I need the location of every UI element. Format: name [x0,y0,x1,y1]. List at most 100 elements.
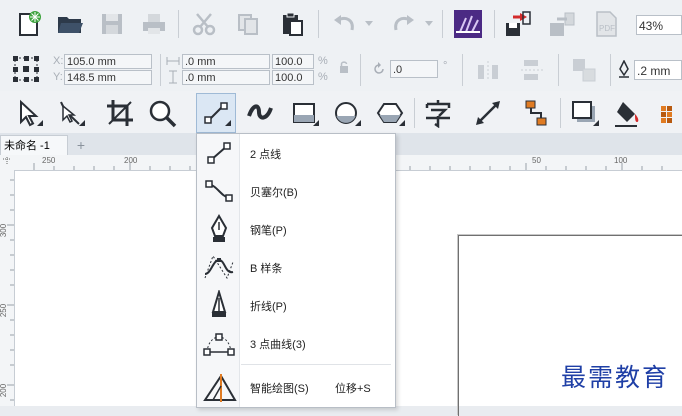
menu-item-two-point-line[interactable]: 2 点线 [197,134,395,172]
menu-item-three-point-curve[interactable]: 3 点曲线(3) [197,324,395,362]
rectangle-tool-button[interactable] [286,95,322,131]
height-icon [169,70,177,84]
y-position-value: 148.5 mm [67,72,116,84]
open-button[interactable] [54,8,86,40]
menu-item-label: B 样条 [250,263,283,275]
mirror-horizontal-button[interactable] [472,54,504,86]
connector-tool-button[interactable] [518,95,554,131]
width-icon [166,57,180,65]
shape-tool-button[interactable] [52,95,88,131]
mirror-horizontal-icon [478,61,498,81]
menu-item-label: 折线(P) [250,301,287,313]
toolbar-separator [360,54,361,86]
ruler-corner[interactable] [0,155,15,171]
outline-width-value: .2 mm [637,64,671,78]
scale-y-value: 100.0 [275,72,303,84]
menu-item-smart-drawing[interactable]: 智能绘图(S) 位移+S [197,368,395,406]
drop-shadow-tool-button[interactable] [566,95,602,131]
search-content-button[interactable] [450,6,486,42]
fill-tool-button[interactable] [610,95,646,131]
outline-width-field[interactable]: .2 mm [634,60,682,80]
export-button[interactable] [546,8,578,40]
scale-x-value: 100.0 [275,56,303,68]
text-tool-button[interactable] [420,95,456,131]
paint-bucket-icon [615,102,639,127]
interactive-fill-icon [661,106,672,123]
artistic-media-tool-button[interactable] [242,95,278,131]
polygon-tool-button[interactable] [372,95,408,131]
lock-ratio-icon[interactable] [338,60,350,74]
toolbar-separator [462,54,463,86]
document-tab-label: 未命名 -1 [4,140,50,152]
chevron-down-icon [425,21,433,26]
width-field[interactable]: .0 mm [182,54,270,69]
plus-icon: + [76,137,86,153]
print-icon [143,14,165,34]
cut-button[interactable] [188,8,220,40]
shape-tool-icon [60,101,85,126]
pick-tool-button[interactable] [10,95,46,131]
add-document-tab-button[interactable]: + [72,136,90,154]
x-position-field[interactable]: 105.0 mm [64,54,152,69]
paste-button[interactable] [276,8,308,40]
menu-item-label: 贝塞尔(B) [250,187,298,199]
b-spline-icon [204,254,234,280]
ruler-label-100: 100 [614,156,628,165]
toolbar-separator [560,98,561,128]
menu-item-b-spline[interactable]: B 样条 [197,248,395,286]
y-position-field[interactable]: 148.5 mm [64,70,152,85]
mirror-vertical-button[interactable] [516,54,548,86]
toolbar-separator [160,54,161,86]
toolbar-separator [318,10,319,38]
scissors-icon [192,13,216,36]
folder-open-icon [58,17,83,33]
connector-icon [525,100,547,126]
height-value: .0 mm [185,72,216,84]
menu-item-label: 智能绘图(S) [250,383,309,395]
outline-pen-icon [619,60,629,78]
print-button[interactable] [138,8,170,40]
dimension-tool-button[interactable] [470,95,506,131]
undo-icon [334,15,354,31]
ellipse-tool-button[interactable] [328,95,364,131]
menu-item-polyline[interactable]: 折线(P) [197,286,395,324]
interactive-fill-button[interactable] [656,95,682,131]
scale-x-field[interactable]: 100.0 [272,54,314,69]
object-origin-button[interactable] [8,52,44,86]
arrange-button[interactable] [566,52,602,88]
crop-tool-button[interactable] [102,95,138,131]
ruler-origin-icon [3,157,11,165]
publish-pdf-button[interactable]: PDF [590,8,622,40]
zoom-tool-button[interactable] [144,95,180,131]
new-document-button[interactable] [12,8,44,40]
export-icon [550,12,575,36]
ruler-label-50: 50 [532,156,541,165]
redo-dropdown[interactable] [424,16,434,32]
curve-tools-flyout: 2 点线 贝塞尔(B) 钢笔(P) B 样条 折线(P) 3 点曲线(3) 智能… [196,133,396,408]
height-field[interactable]: .0 mm [182,70,270,85]
menu-item-pen[interactable]: 钢笔(P) [197,210,395,248]
undo-dropdown[interactable] [364,16,374,32]
menu-item-bezier[interactable]: 贝塞尔(B) [197,172,395,210]
redo-button[interactable] [388,8,420,40]
ruler-label-250-vertical: 250 [0,303,9,318]
toolbar-separator [178,10,179,38]
freehand-tool-button[interactable] [196,93,236,133]
toolbar-separator [494,10,495,38]
undo-button[interactable] [328,8,360,40]
menu-item-label: 钢笔(P) [250,225,287,237]
angle-field[interactable]: .0 [390,60,438,78]
artistic-media-icon [247,104,273,120]
import-button[interactable] [502,8,534,40]
drop-shadow-icon [572,101,599,126]
copy-button[interactable] [232,8,264,40]
scale-y-field[interactable]: 100.0 [272,70,314,85]
svg-text:PDF: PDF [599,24,615,33]
zoom-level-field[interactable]: 43% [636,15,682,35]
document-tab[interactable]: 未命名 -1 [0,135,68,155]
two-point-line-icon [207,142,231,164]
vertical-ruler[interactable]: 300 250 200 [0,170,15,406]
save-button[interactable] [96,8,128,40]
dimension-icon [476,101,500,125]
percent-x-label: % [318,55,328,67]
